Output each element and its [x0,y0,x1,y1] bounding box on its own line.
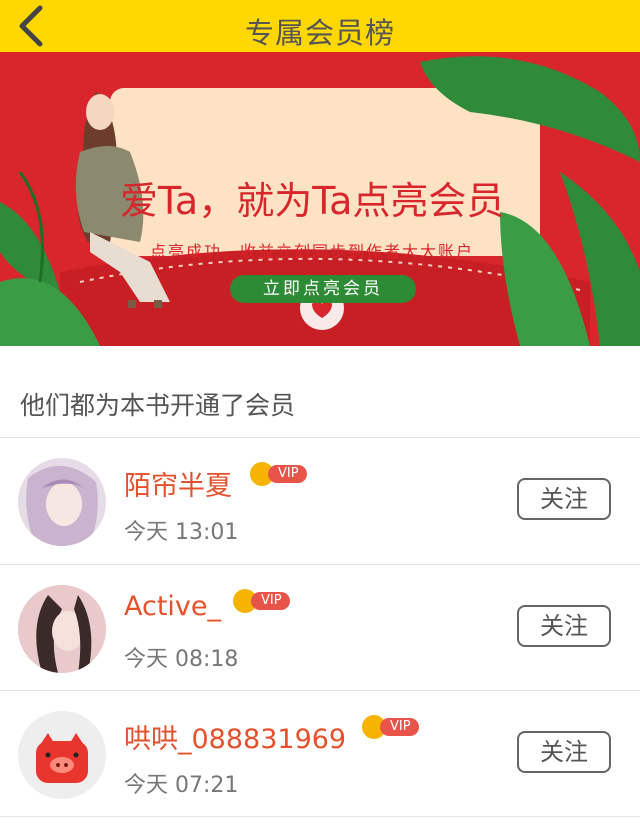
member-name: 陌帘半夏 [124,471,232,502]
banner-headline: 爱Ta，就为Ta点亮会员 [120,179,505,223]
follow-button[interactable]: 关注 [517,605,611,647]
member-time: 今天 07:21 [124,773,239,798]
vip-label: VIP [251,592,290,610]
banner-subtitle: 点亮成功，收益立刻同步到作者大大账户 [150,242,475,261]
top-bar: 专属会员榜 [0,0,640,52]
avatar[interactable] [18,458,106,546]
member-row[interactable]: 哄哄_088831969 VIP 今天 07:21 关注 [0,691,640,817]
section-title: 他们都为本书开通了会员 [20,391,296,420]
page-title: 专属会员榜 [244,16,395,50]
follow-button[interactable]: 关注 [517,731,611,773]
member-row[interactable]: 陌帘半夏 VIP 今天 13:01 关注 [0,438,640,564]
member-name: Active_ [124,591,222,622]
vip-label: VIP [380,718,419,736]
avatar[interactable] [18,585,106,673]
member-time: 今天 13:01 [124,520,239,545]
member-time: 今天 08:18 [124,647,239,672]
divider [0,816,640,817]
vip-label: VIP [268,465,307,483]
member-row[interactable]: Active_ VIP 今天 08:18 关注 [0,565,640,691]
light-up-member-button[interactable]: 立即点亮会员 [230,275,416,303]
follow-button[interactable]: 关注 [517,478,611,520]
promo-banner[interactable]: 爱Ta，就为Ta点亮会员 点亮成功，收益立刻同步到作者大大账户 立即点亮会员 [0,52,640,346]
avatar[interactable] [18,711,106,799]
member-name: 哄哄_088831969 [124,724,347,755]
